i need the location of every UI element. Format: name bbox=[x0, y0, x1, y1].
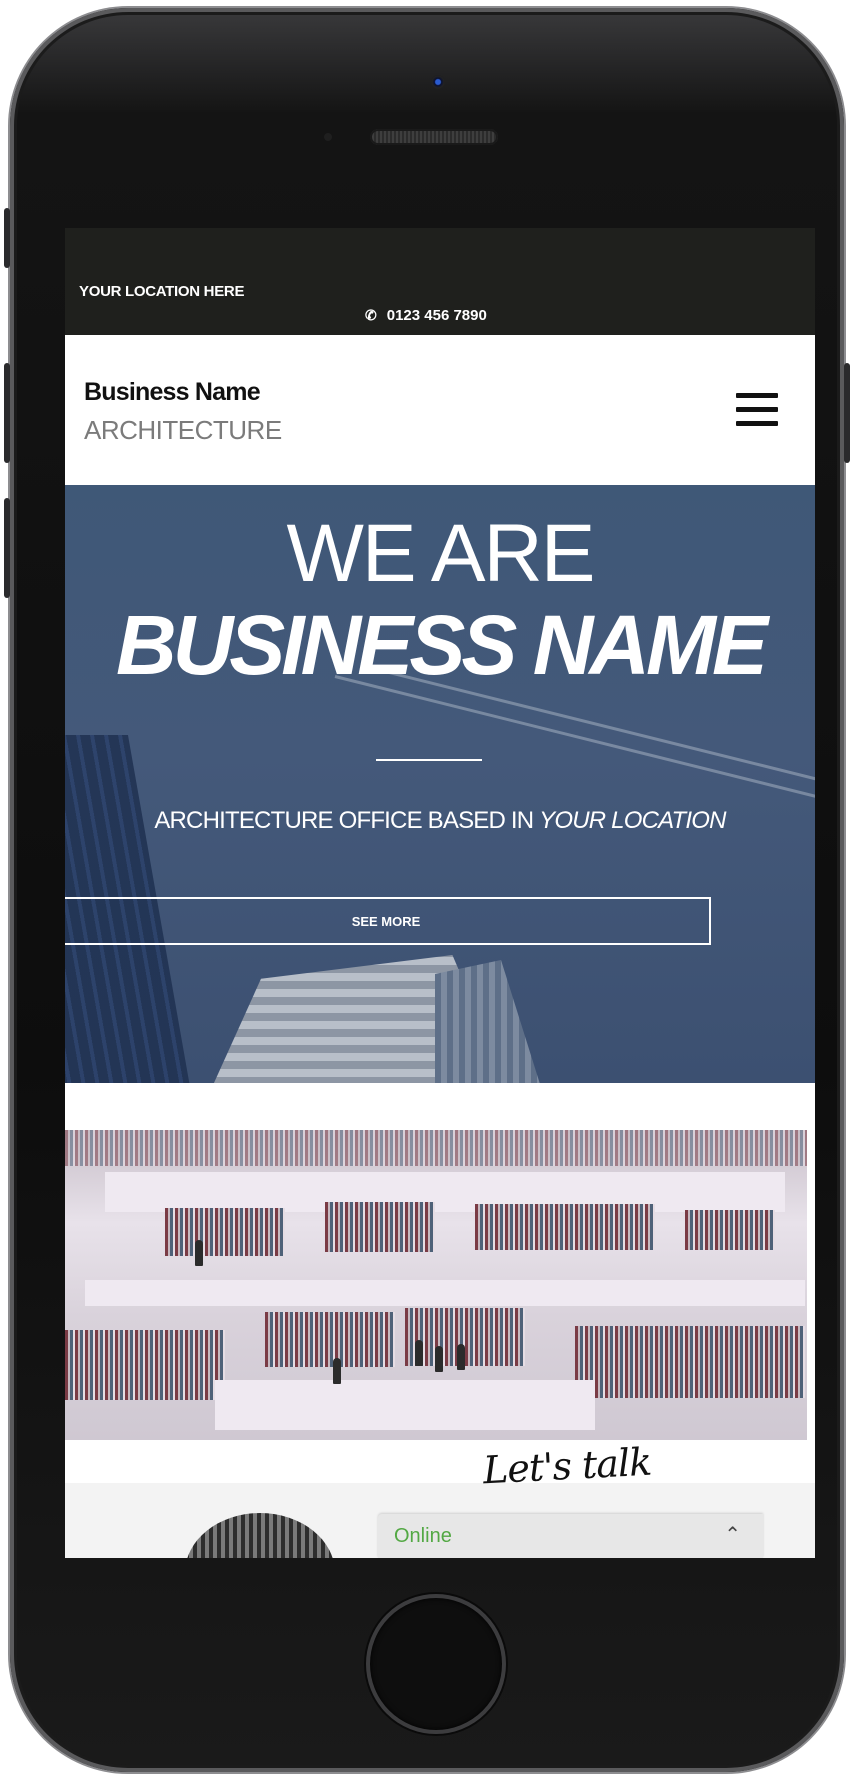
logo-business-name[interactable]: Business Name bbox=[84, 378, 261, 407]
silent-switch bbox=[4, 208, 10, 268]
power-button bbox=[844, 363, 850, 463]
phone-icon: ✆ bbox=[365, 307, 377, 323]
library-interior-image bbox=[65, 1130, 807, 1440]
chat-status: Online bbox=[394, 1524, 452, 1547]
home-button[interactable] bbox=[366, 1594, 506, 1734]
live-chat-bar[interactable]: Online ⌃ bbox=[378, 1514, 763, 1558]
front-camera bbox=[431, 75, 445, 89]
hero-title-line2: BUSINESS NAME bbox=[115, 598, 768, 692]
earpiece-speaker bbox=[370, 129, 498, 145]
volume-down-button bbox=[4, 498, 10, 598]
hero-tagline: ARCHITECTURE OFFICE BASED IN YOUR LOCATI… bbox=[65, 807, 815, 835]
location-text: YOUR LOCATION HERE bbox=[79, 283, 245, 300]
top-info-bar: YOUR LOCATION HERE ✆ 0123 456 7890 bbox=[65, 228, 815, 335]
screen: YOUR LOCATION HERE ✆ 0123 456 7890 Busine… bbox=[65, 228, 815, 1558]
logo-subtitle[interactable]: ARCHITECTURE bbox=[84, 415, 282, 446]
phone-number: 0123 456 7890 bbox=[386, 307, 487, 324]
site-header: Business Name ARCHITECTURE bbox=[65, 335, 815, 485]
phone-frame: YOUR LOCATION HERE ✆ 0123 456 7890 Busine… bbox=[4, 8, 850, 1772]
building-tower-image bbox=[435, 960, 545, 1083]
hero-banner: WE ARE BUSINESS NAME ARCHITECTURE OFFICE… bbox=[65, 485, 815, 1083]
volume-up-button bbox=[4, 363, 10, 463]
hamburger-menu-icon[interactable] bbox=[736, 393, 778, 431]
see-more-button[interactable]: SEE MORE bbox=[65, 897, 711, 945]
lets-talk-label[interactable]: Let's talk bbox=[482, 1440, 652, 1493]
phone-link[interactable]: ✆ 0123 456 7890 bbox=[365, 307, 487, 324]
tagline-text: ARCHITECTURE OFFICE BASED IN bbox=[154, 807, 540, 834]
hero-divider bbox=[376, 759, 482, 761]
chevron-up-icon[interactable]: ⌃ bbox=[724, 1522, 741, 1547]
tagline-location: YOUR LOCATION bbox=[539, 807, 726, 834]
hero-title-line1: WE ARE bbox=[286, 508, 596, 599]
proximity-sensor bbox=[324, 133, 332, 141]
